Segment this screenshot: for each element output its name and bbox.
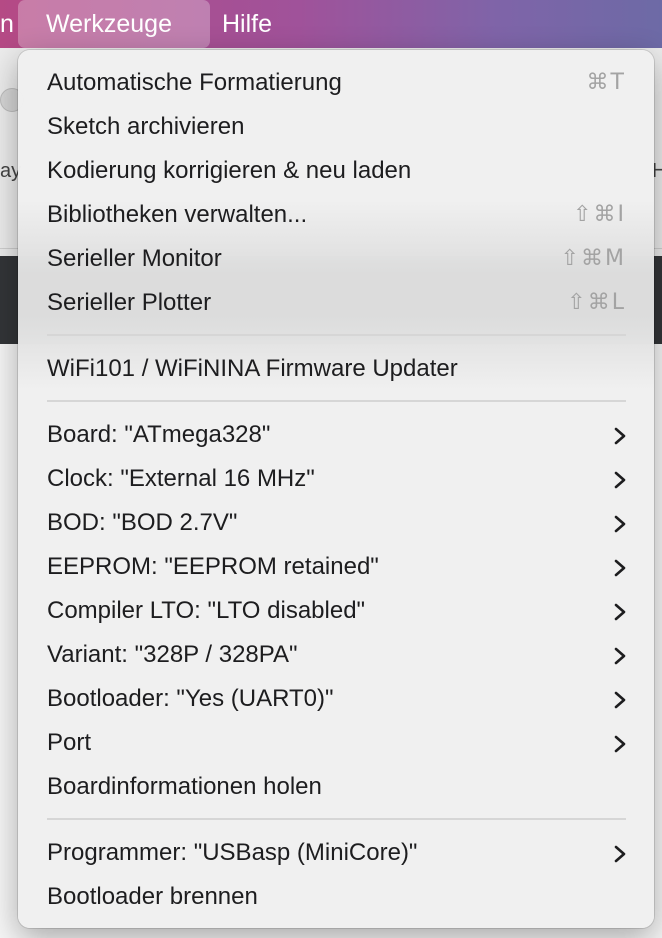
menu-item-clock[interactable]: Clock: "External 16 MHz" [18, 457, 654, 501]
chevron-right-icon [614, 691, 626, 709]
menu-item-serial-plotter[interactable]: Serieller Plotter ⇧⌘L [18, 281, 654, 325]
menu-bar: n Werkzeuge Hilfe [0, 0, 662, 48]
menu-item-archive-sketch[interactable]: Sketch archivieren [18, 105, 654, 149]
menu-item-compiler-lto[interactable]: Compiler LTO: "LTO disabled" [18, 589, 654, 633]
menu-item-bod[interactable]: BOD: "BOD 2.7V" [18, 501, 654, 545]
menubar-item-partial[interactable]: n [0, 0, 14, 48]
menu-item-shortcut: ⇧⌘M [560, 246, 626, 271]
menu-item-shortcut: ⌘T [586, 70, 626, 95]
menu-item-programmer[interactable]: Programmer: "USBasp (MiniCore)" [18, 831, 654, 875]
tools-dropdown-menu: Automatische Formatierung ⌘T Sketch arch… [18, 50, 654, 928]
menu-item-board-info[interactable]: Boardinformationen holen [18, 765, 654, 809]
menu-item-label: Port [47, 729, 92, 756]
menu-separator [47, 818, 626, 820]
chevron-right-icon [614, 471, 626, 489]
menu-item-serial-monitor[interactable]: Serieller Monitor ⇧⌘M [18, 237, 654, 281]
menu-item-label: Serieller Plotter [47, 289, 212, 316]
menu-item-label: Bootloader brennen [47, 883, 258, 910]
menu-item-auto-format[interactable]: Automatische Formatierung ⌘T [18, 61, 654, 105]
menu-item-label: Bibliotheken verwalten... [47, 201, 308, 228]
menu-item-shortcut: ⇧⌘L [567, 290, 626, 315]
menu-item-label: Variant: "328P / 328PA" [47, 641, 298, 668]
chevron-right-icon [614, 647, 626, 665]
menu-item-port[interactable]: Port [18, 721, 654, 765]
menu-item-label: EEPROM: "EEPROM retained" [47, 553, 379, 580]
menu-item-label: Board: "ATmega328" [47, 421, 271, 448]
chevron-right-icon [614, 515, 626, 533]
menu-item-label: Kodierung korrigieren & neu laden [47, 157, 412, 184]
menu-item-eeprom[interactable]: EEPROM: "EEPROM retained" [18, 545, 654, 589]
menu-item-board[interactable]: Board: "ATmega328" [18, 413, 654, 457]
menu-item-bootloader[interactable]: Bootloader: "Yes (UART0)" [18, 677, 654, 721]
menu-item-label: WiFi101 / WiFiNINA Firmware Updater [47, 355, 458, 382]
chevron-right-icon [614, 427, 626, 445]
chevron-right-icon [614, 559, 626, 577]
menu-item-label: Boardinformationen holen [47, 773, 322, 800]
menu-item-manage-libraries[interactable]: Bibliotheken verwalten... ⇧⌘I [18, 193, 654, 237]
menu-item-label: Serieller Monitor [47, 245, 222, 272]
menu-item-variant[interactable]: Variant: "328P / 328PA" [18, 633, 654, 677]
menu-item-label: Compiler LTO: "LTO disabled" [47, 597, 366, 624]
menu-item-label: Clock: "External 16 MHz" [47, 465, 315, 492]
chevron-right-icon [614, 735, 626, 753]
menu-item-burn-bootloader[interactable]: Bootloader brennen [18, 875, 654, 919]
menu-item-shortcut: ⇧⌘I [573, 202, 626, 227]
chevron-right-icon [614, 845, 626, 863]
menu-separator [47, 400, 626, 402]
menu-item-fix-encoding[interactable]: Kodierung korrigieren & neu laden [18, 149, 654, 193]
chevron-right-icon [614, 603, 626, 621]
menubar-item-help[interactable]: Hilfe [222, 0, 272, 48]
menu-item-label: Bootloader: "Yes (UART0)" [47, 685, 334, 712]
menu-separator [47, 334, 626, 336]
menu-item-label: Automatische Formatierung [47, 69, 342, 96]
menu-item-firmware-updater[interactable]: WiFi101 / WiFiNINA Firmware Updater [18, 347, 654, 391]
menu-item-label: Programmer: "USBasp (MiniCore)" [47, 839, 418, 866]
menu-item-label: Sketch archivieren [47, 113, 245, 140]
menu-item-label: BOD: "BOD 2.7V" [47, 509, 238, 536]
menubar-item-tools[interactable]: Werkzeuge [46, 0, 172, 48]
